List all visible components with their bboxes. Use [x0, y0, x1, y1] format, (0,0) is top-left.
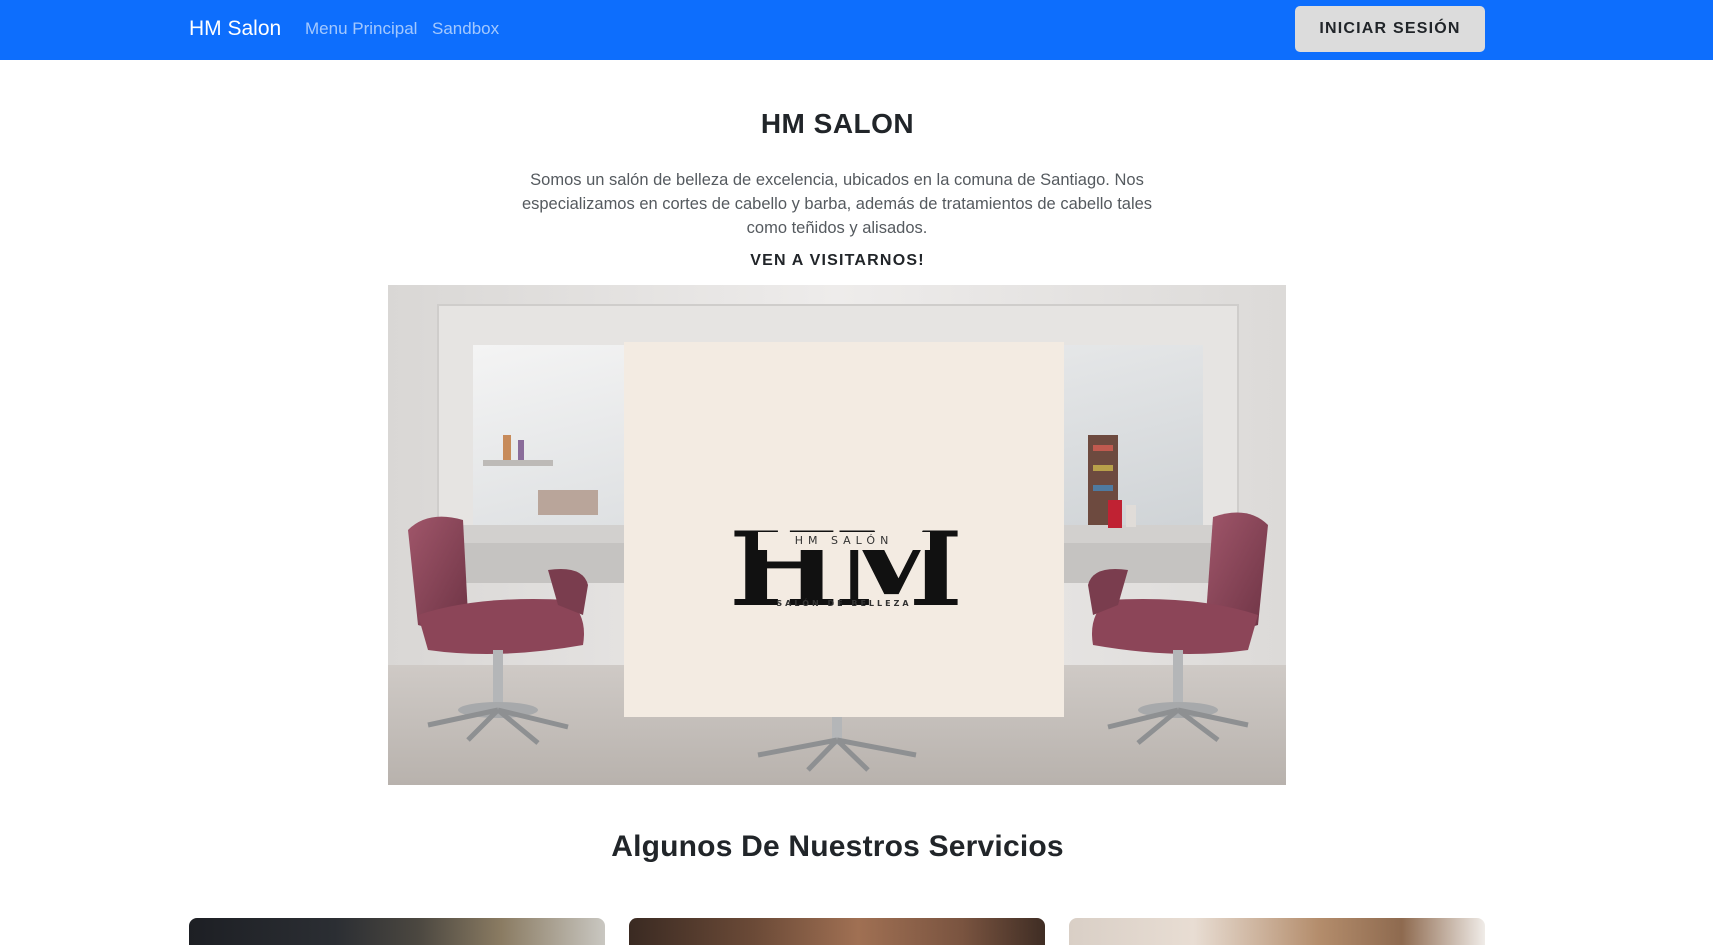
navbar: HM Salon Menu Principal Sandbox INICIAR … [0, 0, 1713, 60]
page-title: HM SALON [760, 108, 915, 139]
hero-call-to-action: VEN A VISITARNOS! [750, 252, 925, 269]
services-title: Algunos De Nuestros Servicios [611, 830, 1064, 863]
service-card-image[interactable] [629, 918, 1045, 945]
logo-name: HM SALÓN [758, 532, 930, 550]
hero-image: HM HM SALÓN SALÓN DE BELLEZA [388, 285, 1286, 785]
service-card-image[interactable] [1069, 918, 1485, 945]
service-card-image[interactable] [189, 918, 605, 945]
brand-link[interactable]: HM Salon [189, 15, 281, 43]
login-button[interactable]: INICIAR SESIÓN [1295, 6, 1485, 52]
hero-description: Somos un salón de belleza de excelencia,… [521, 171, 1153, 237]
logo: HM HM SALÓN SALÓN DE BELLEZA [624, 342, 1064, 717]
logo-tagline: SALÓN DE BELLEZA [776, 599, 912, 608]
nav-link-menu-principal[interactable]: Menu Principal [305, 19, 417, 39]
nav-link-sandbox[interactable]: Sandbox [432, 19, 499, 39]
